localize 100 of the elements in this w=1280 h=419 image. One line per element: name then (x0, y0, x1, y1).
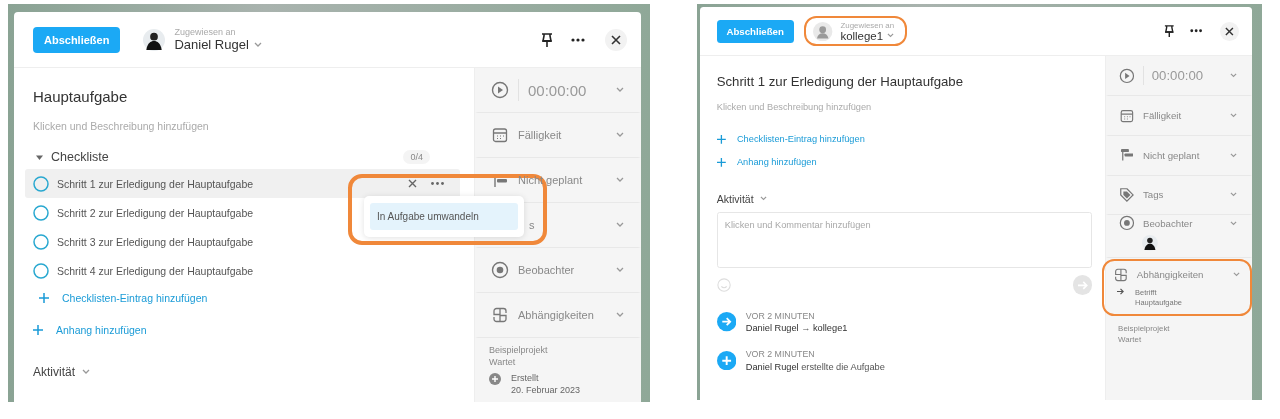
chevron-down-icon (616, 222, 624, 228)
checklist-item-text: Schritt 1 zur Erledigung der Hauptaufgabe (57, 177, 254, 190)
task-title: Hauptaufgabe (33, 88, 129, 105)
plus-circle-icon (489, 373, 501, 385)
play-icon (491, 81, 509, 99)
arrow-right-icon (1077, 280, 1089, 290)
menu-item[interactable]: In Aufgabe umwandeln (370, 203, 518, 230)
sidebar-label: Abhängigkeiten (1136, 269, 1204, 280)
chevron-down-icon (1230, 152, 1238, 158)
sidebar-item[interactable]: Nicht geplant (1105, 135, 1252, 176)
more-icon (1190, 29, 1203, 33)
sidebar-label: Beobachter (518, 264, 575, 276)
checklist-item[interactable]: Schritt 1 zur Erledigung der Hauptaufgabe (25, 169, 460, 198)
play-icon (1119, 67, 1136, 84)
sidebar-label: s (528, 219, 535, 231)
pin-icon (1163, 25, 1175, 38)
more-icon (431, 182, 444, 185)
dependencies-icon (1113, 266, 1129, 283)
comment-field[interactable]: Klicken und Kommentar hinzufügen (716, 212, 1093, 269)
chevron-down-icon (1233, 271, 1241, 278)
plus-icon (33, 325, 43, 335)
activity-heading[interactable]: Aktivität (33, 365, 75, 379)
sidebar-item[interactable]: Beobachter (475, 248, 641, 293)
arrow-right-icon (716, 312, 737, 332)
sidebar-item[interactable]: 00:00:00 (1105, 56, 1252, 97)
chevron-down-icon (616, 87, 624, 93)
emoji-icon (716, 278, 731, 293)
chevron-down-icon (82, 369, 90, 375)
close-icon (611, 34, 621, 45)
chevron-down-icon (1230, 73, 1238, 79)
assignee-name: Daniel Rugel (174, 37, 249, 52)
sidebar-label: Tags (1142, 189, 1164, 201)
sidebar-item[interactable]: Tags (1105, 175, 1252, 216)
schedule-icon (1121, 149, 1134, 161)
description-placeholder[interactable]: Klicken und Beschreibung hinzufügen (33, 120, 460, 132)
timer-value: 00:00:00 (528, 81, 587, 99)
chevron-down-icon (253, 41, 262, 48)
sidebar-item[interactable]: Fälligkeit (475, 113, 641, 158)
checklist-item[interactable]: Schritt 3 zur Erledigung der Hauptaufgabe (25, 227, 460, 256)
assignee-label: Zugewiesen an (840, 20, 895, 30)
task-title: Schritt 1 zur Erledigung der Hauptaufgabe (716, 73, 965, 89)
sidebar-item[interactable]: Abhängigkeiten (475, 293, 641, 338)
close-button[interactable] (1220, 21, 1240, 41)
close-icon (408, 179, 417, 188)
checklist-item-text: Schritt 3 zur Erledigung der Hauptaufgabe (57, 235, 254, 248)
add-link[interactable]: Anhang hinzufügen (33, 317, 147, 343)
assignee-selector[interactable]: Zugewiesen an kollege1 (804, 16, 907, 47)
chevron-down-icon (759, 196, 767, 202)
close-icon (1225, 26, 1235, 36)
chevron-down-icon (616, 312, 624, 318)
project-name[interactable]: Beispielprojekt (1118, 324, 1240, 334)
chevron-down-icon (616, 267, 624, 273)
chevron-down-icon (1230, 192, 1238, 198)
sidebar-label: Beobachter (1142, 217, 1193, 229)
avatar (813, 21, 833, 41)
add-link[interactable]: Checklisten-Eintrag hinzufügen (39, 285, 208, 311)
add-link[interactable]: Anhang hinzufügen (716, 150, 817, 174)
plus-icon (716, 135, 726, 144)
more-icon (571, 37, 585, 42)
add-link[interactable]: Checklisten-Eintrag hinzufügen (716, 128, 865, 151)
dependencies-icon (491, 306, 509, 324)
plus-icon (716, 157, 726, 167)
chevron-down-icon (887, 33, 895, 39)
tag-icon (1119, 187, 1136, 203)
pin-icon (541, 32, 553, 47)
activity-heading[interactable]: Aktivität (716, 193, 754, 206)
timer-value: 00:00:00 (1151, 68, 1204, 84)
complete-button[interactable]: Abschließen (716, 19, 794, 43)
calendar-icon (1119, 107, 1136, 124)
assignee-name: kollege1 (840, 29, 884, 42)
chevron-down-icon (616, 132, 624, 138)
close-button[interactable] (605, 28, 627, 51)
eye-icon (1119, 215, 1136, 232)
sidebar-label: Fälligkeit (1142, 109, 1182, 121)
project-name[interactable]: Beispielprojekt (489, 345, 627, 355)
sidebar-item[interactable]: 00:00:00 (475, 68, 641, 113)
project-status: Wartet (489, 357, 517, 367)
entry-text: Daniel Rugel erstellte die Aufgabe (745, 361, 885, 372)
created-label: Erstellt (511, 373, 540, 383)
sidebar-item[interactable]: Beobachter (1105, 215, 1252, 258)
checklist-item[interactable]: Schritt 4 zur Erledigung der Hauptaufgabe (25, 256, 460, 285)
sidebar-label: Fälligkeit (518, 129, 562, 141)
entry-text: Daniel Rugel → kollege1 (745, 323, 848, 334)
sidebar-item[interactable]: Fälligkeit (1105, 96, 1252, 136)
project-status: Wartet (1118, 335, 1143, 345)
sidebar-label: Abhängigkeiten (518, 309, 594, 321)
assignee-selector[interactable]: Zugewiesen an Daniel Rugel (132, 21, 277, 58)
created-date: 20. Februar 2023 (511, 385, 581, 395)
description-placeholder[interactable]: Klicken und Beschreibung hinzufügen (716, 102, 1093, 113)
plus-icon (716, 350, 737, 371)
chevron-down-icon (616, 177, 624, 183)
calendar-icon (491, 126, 509, 144)
checklist-item-text: Schritt 2 zur Erledigung der Hauptaufgabe (57, 206, 254, 219)
avatar (1142, 235, 1158, 252)
complete-button[interactable]: Abschließen (33, 26, 121, 53)
arrow-right-icon (1116, 287, 1125, 295)
eye-icon (491, 261, 509, 279)
checklist-count: 0/4 (403, 150, 430, 164)
sidebar-label: Nicht geplant (1142, 149, 1200, 161)
assignee-label: Zugewiesen an (174, 27, 237, 37)
